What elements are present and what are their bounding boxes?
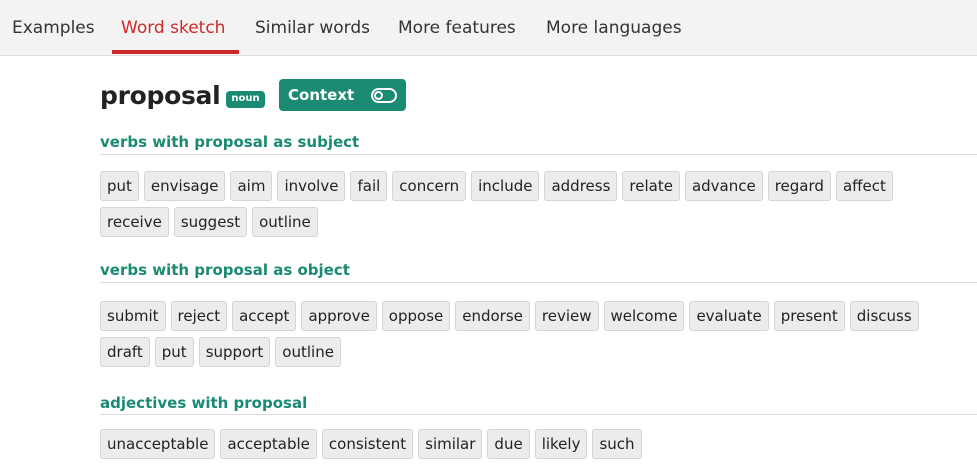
pos-badge: noun bbox=[226, 90, 265, 108]
collocation-chip[interactable]: evaluate bbox=[689, 301, 769, 331]
collocation-chip[interactable]: accept bbox=[232, 301, 297, 331]
tab-similar-words[interactable]: Similar words bbox=[255, 17, 370, 39]
relation-title-subject[interactable]: verbs with proposal as subject bbox=[100, 132, 359, 152]
collocation-chip[interactable]: outline bbox=[275, 337, 341, 367]
chip-row: draft put support outline bbox=[100, 337, 977, 367]
collocation-chip[interactable]: aim bbox=[230, 171, 273, 201]
collocation-chip[interactable]: outline bbox=[252, 207, 318, 237]
collocation-chip[interactable]: present bbox=[773, 301, 845, 331]
collocation-chip[interactable]: draft bbox=[100, 337, 150, 367]
collocation-chip[interactable]: concern bbox=[392, 171, 467, 201]
collocation-chip[interactable]: address bbox=[544, 171, 618, 201]
tab-examples[interactable]: Examples bbox=[12, 17, 95, 39]
tab-more-features[interactable]: More features bbox=[398, 17, 516, 39]
collocation-chip[interactable]: unacceptable bbox=[100, 429, 216, 459]
collocation-chip[interactable]: suggest bbox=[173, 207, 248, 237]
collocation-chip[interactable]: submit bbox=[100, 301, 166, 331]
relation-title-adjectives[interactable]: adjectives with proposal bbox=[100, 393, 307, 413]
headword-header: proposal noun bbox=[100, 76, 265, 114]
tab-more-languages[interactable]: More languages bbox=[546, 17, 682, 39]
collocation-chip[interactable]: endorse bbox=[455, 301, 530, 331]
collocation-chip[interactable]: put bbox=[154, 337, 194, 367]
collocation-chip[interactable]: advance bbox=[684, 171, 763, 201]
collocation-chip[interactable]: envisage bbox=[143, 171, 226, 201]
collocation-chip[interactable]: approve bbox=[301, 301, 377, 331]
collocation-chip[interactable]: fail bbox=[350, 171, 388, 201]
collocation-chip[interactable]: review bbox=[534, 301, 599, 331]
collocation-chip[interactable]: consistent bbox=[321, 429, 414, 459]
collocation-chip[interactable]: oppose bbox=[381, 301, 451, 331]
headword-title: proposal bbox=[100, 80, 221, 110]
collocation-chip[interactable]: due bbox=[487, 429, 530, 459]
chip-row: put envisage aim involve fail concern in… bbox=[100, 171, 977, 201]
chip-row: unacceptable acceptable consistent simil… bbox=[100, 429, 977, 459]
collocation-chip[interactable]: discuss bbox=[849, 301, 919, 331]
collocation-chip[interactable]: similar bbox=[418, 429, 483, 459]
collocation-chip[interactable]: receive bbox=[100, 207, 169, 237]
collocation-chip[interactable]: acceptable bbox=[220, 429, 317, 459]
collocation-chip[interactable]: include bbox=[471, 171, 540, 201]
collocation-chip[interactable]: put bbox=[100, 171, 139, 201]
collocation-chip[interactable]: regard bbox=[767, 171, 831, 201]
collocation-chip[interactable]: support bbox=[198, 337, 271, 367]
relation-title-object[interactable]: verbs with proposal as object bbox=[100, 260, 350, 280]
chip-row: submit reject accept approve oppose endo… bbox=[100, 301, 977, 331]
context-toggle-button[interactable]: Context bbox=[279, 79, 406, 111]
chip-row: receive suggest outline bbox=[100, 207, 977, 237]
collocation-chip[interactable]: reject bbox=[170, 301, 228, 331]
top-navigation: Examples Word sketch Similar words More … bbox=[0, 0, 977, 56]
relation-divider bbox=[100, 154, 977, 155]
collocation-chip[interactable]: relate bbox=[622, 171, 680, 201]
relation-divider bbox=[100, 414, 977, 415]
context-toggle-label: Context bbox=[288, 86, 355, 104]
collocation-chip[interactable]: such bbox=[592, 429, 642, 459]
relation-chips-adjectives: unacceptable acceptable consistent simil… bbox=[100, 429, 977, 465]
relation-divider bbox=[100, 282, 977, 283]
collocation-chip[interactable]: involve bbox=[277, 171, 346, 201]
collocation-chip[interactable]: welcome bbox=[603, 301, 685, 331]
relation-chips-object: submit reject accept approve oppose endo… bbox=[100, 301, 977, 373]
active-tab-indicator bbox=[112, 50, 239, 54]
tab-word-sketch[interactable]: Word sketch bbox=[121, 17, 225, 39]
toggle-icon bbox=[371, 87, 398, 103]
collocation-chip[interactable]: affect bbox=[835, 171, 893, 201]
relation-chips-subject: put envisage aim involve fail concern in… bbox=[100, 171, 977, 243]
collocation-chip[interactable]: likely bbox=[534, 429, 588, 459]
